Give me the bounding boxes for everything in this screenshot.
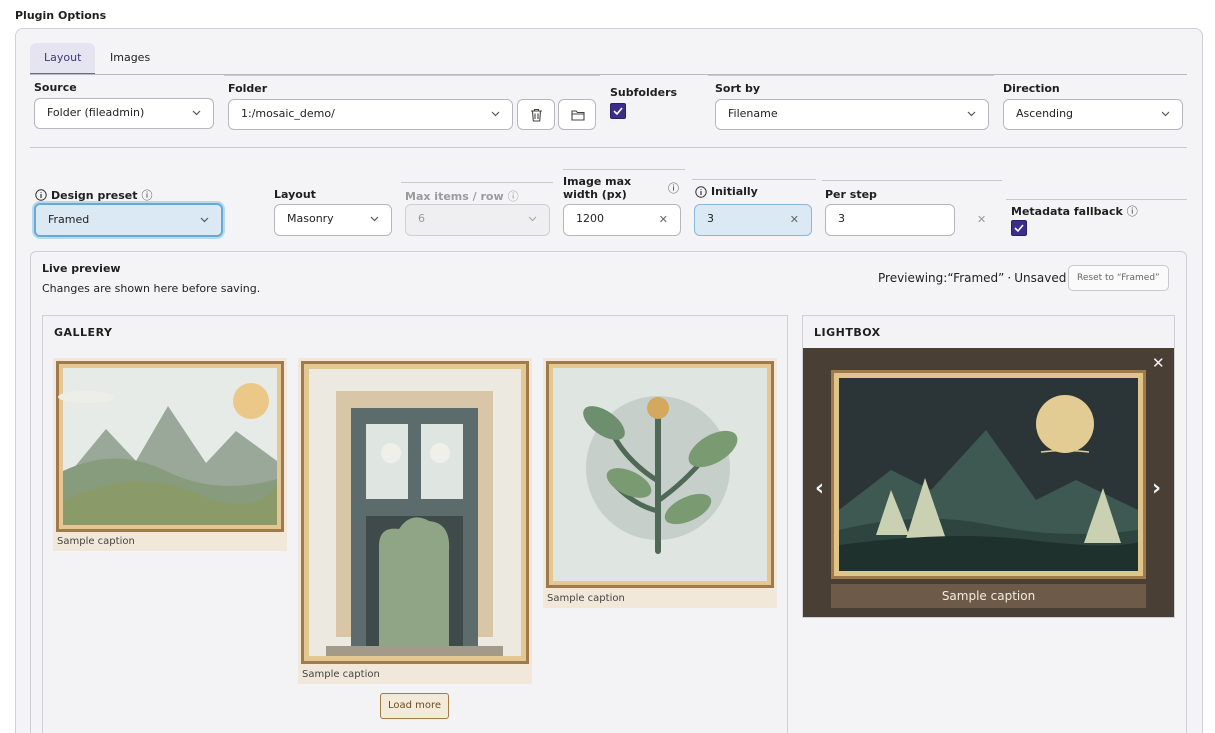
design-preset-select[interactable]: Framed [34, 203, 223, 237]
subfolders-label: Subfolders [610, 86, 678, 99]
chevron-down-icon [370, 216, 379, 222]
plant-image [546, 361, 774, 588]
gallery-heading: GALLERY [54, 326, 113, 339]
source-select[interactable]: Folder (fileadmin) [34, 98, 214, 129]
direction-value: Ascending [1016, 107, 1074, 120]
gallery-caption: Sample caption [547, 593, 625, 604]
image-max-width-input[interactable]: 1200 ✕ [563, 204, 681, 236]
chevron-down-icon [200, 217, 209, 223]
browse-folder-button[interactable] [558, 99, 596, 130]
sort-by-select[interactable]: Filename [715, 99, 989, 130]
trash-icon [531, 108, 542, 122]
folder-icon [571, 110, 585, 121]
image-max-width-label-line1: Image max [563, 175, 632, 188]
field-divider [563, 169, 685, 170]
lightbox-caption: Sample caption [831, 584, 1146, 608]
status-unsaved: Unsaved [1014, 271, 1067, 285]
info-icon[interactable]: ⓘ [508, 188, 519, 204]
next-arrow-icon[interactable]: › [1152, 476, 1161, 501]
load-more-button[interactable]: Load more [380, 693, 449, 719]
max-items-value: 6 [418, 212, 425, 225]
direction-label: Direction [1003, 82, 1060, 95]
max-items-select: 6 [405, 204, 550, 236]
status-prefix: Previewing: [878, 271, 948, 285]
folder-value: 1:/mosaic_demo/ [241, 107, 335, 120]
max-items-label: Max items / row [405, 189, 504, 203]
chevron-down-icon [1161, 111, 1170, 117]
initially-label: Initially [711, 185, 758, 198]
tab-divider [30, 74, 1187, 75]
tab-images[interactable]: Images [96, 43, 164, 75]
source-value: Folder (fileadmin) [47, 106, 145, 119]
close-icon[interactable]: ✕ [1152, 354, 1165, 372]
field-divider [224, 75, 600, 76]
clear-icon[interactable]: ✕ [790, 205, 799, 235]
clear-icon[interactable]: ✕ [977, 213, 986, 226]
tab-layout[interactable]: Layout [30, 43, 96, 75]
image-max-width-value: 1200 [576, 212, 604, 225]
checkmark-icon [1014, 224, 1024, 233]
initially-input[interactable]: 3 ✕ [694, 204, 812, 236]
page-title: Plugin Options [15, 9, 107, 22]
sort-by-label: Sort by [715, 82, 761, 95]
direction-select[interactable]: Ascending [1003, 99, 1183, 130]
image-max-width-label: Image max width (px) [563, 175, 631, 201]
delete-folder-button[interactable] [517, 99, 555, 130]
sort-by-value: Filename [728, 107, 778, 120]
design-preset-value: Framed [48, 213, 90, 226]
chevron-down-icon [967, 111, 976, 117]
gallery-caption: Sample caption [57, 536, 135, 547]
initially-value: 3 [707, 212, 714, 225]
field-divider [401, 182, 553, 183]
lightbox-heading: LIGHTBOX [814, 326, 881, 339]
design-preset-label-group: Design preset ⓘ [35, 187, 152, 203]
folder-label: Folder [228, 82, 268, 95]
landscape-image [56, 361, 284, 532]
clear-icon[interactable]: ✕ [659, 205, 668, 235]
reset-preset-button[interactable]: Reset to “Framed” [1068, 265, 1169, 291]
subfolders-checkbox[interactable] [610, 103, 626, 119]
metadata-fallback-label: Metadata fallback [1011, 204, 1123, 218]
field-divider [1006, 199, 1187, 200]
info-icon[interactable] [35, 189, 47, 201]
status-separator: · [1007, 271, 1012, 285]
gallery-caption: Sample caption [302, 669, 380, 680]
source-label: Source [34, 81, 77, 94]
per-step-input[interactable]: 3 [825, 204, 955, 236]
initially-label-group: Initially [695, 185, 758, 198]
field-divider [708, 75, 994, 76]
live-preview-subtitle: Changes are shown here before saving. [42, 282, 261, 295]
metadata-fallback-checkbox[interactable] [1011, 220, 1027, 236]
max-items-label-group: Max items / row ⓘ [405, 188, 519, 204]
info-icon[interactable]: ⓘ [668, 180, 679, 196]
info-icon[interactable] [695, 185, 707, 198]
info-icon[interactable]: ⓘ [1127, 203, 1138, 219]
layout-label: Layout [274, 188, 316, 201]
design-preset-label: Design preset [51, 188, 138, 202]
prev-arrow-icon[interactable]: ‹ [815, 476, 824, 501]
checkmark-icon [613, 107, 623, 116]
per-step-value: 3 [838, 212, 845, 225]
chevron-down-icon [491, 111, 500, 117]
metadata-fallback-label-group: Metadata fallback ⓘ [1011, 203, 1138, 219]
live-preview-title: Live preview [42, 262, 121, 275]
layout-select[interactable]: Masonry [274, 204, 392, 236]
chevron-down-icon [192, 110, 201, 116]
field-divider [692, 179, 816, 180]
status-preset: “Framed” [947, 271, 1005, 285]
layout-value: Masonry [287, 212, 334, 225]
field-divider [822, 180, 1002, 181]
preview-status: Previewing: “Framed” · Unsaved [878, 271, 1066, 285]
section-divider [30, 147, 1187, 148]
window-image [301, 361, 529, 664]
night-landscape-image [831, 370, 1146, 579]
per-step-label: Per step [825, 188, 877, 201]
folder-select[interactable]: 1:/mosaic_demo/ [228, 99, 513, 130]
image-max-width-label-line2: width (px) [563, 188, 627, 201]
chevron-down-icon [528, 216, 537, 222]
info-icon[interactable]: ⓘ [141, 187, 152, 203]
